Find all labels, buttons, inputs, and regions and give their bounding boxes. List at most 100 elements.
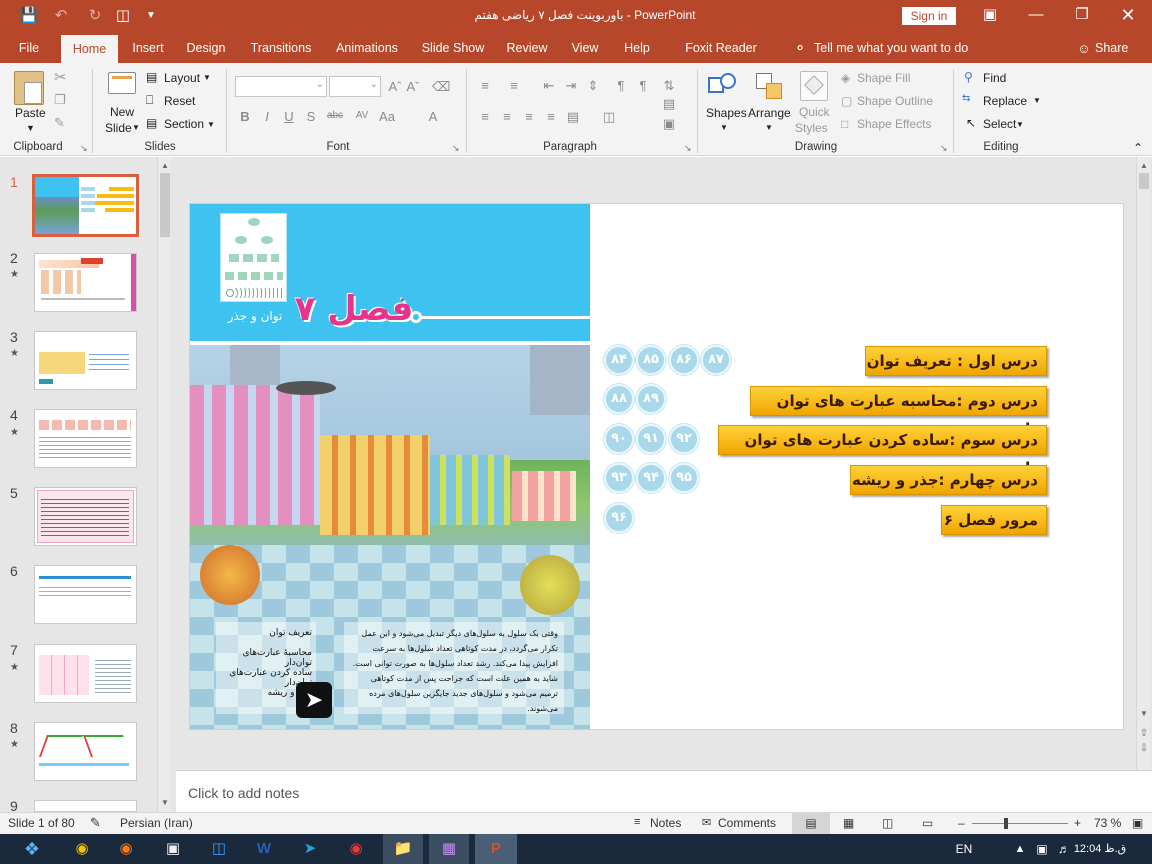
shapes-button[interactable]: Shapes bbox=[706, 106, 747, 120]
select-button[interactable]: Select bbox=[983, 117, 1016, 131]
tab-transitions[interactable]: Transitions bbox=[247, 32, 315, 63]
quick-styles-label-2[interactable]: Styles bbox=[795, 121, 828, 135]
tab-review[interactable]: Review bbox=[503, 32, 551, 63]
start-button-icon[interactable]: ❖ bbox=[12, 837, 52, 861]
ltr-icon[interactable]: ¶ bbox=[634, 78, 652, 93]
paste-button[interactable]: Paste bbox=[15, 106, 46, 120]
tab-view[interactable]: View bbox=[566, 32, 604, 63]
tab-foxit-reader-pdf[interactable]: Foxit Reader PDF bbox=[671, 32, 771, 88]
reset-button[interactable]: Reset bbox=[164, 94, 195, 108]
comments-icon[interactable]: ✉ bbox=[702, 816, 711, 829]
language-indicator[interactable]: Persian (Iran) bbox=[120, 816, 193, 830]
tab-home[interactable]: Home bbox=[61, 35, 118, 63]
sign-in-button[interactable]: Sign in bbox=[902, 7, 956, 25]
section-dropdown-icon[interactable]: ▼ bbox=[207, 120, 215, 129]
page-button[interactable]: ۸۷ bbox=[701, 345, 731, 375]
justify-icon[interactable]: ≡ bbox=[542, 109, 560, 124]
tab-animations[interactable]: Animations bbox=[332, 32, 402, 63]
start-from-beginning-icon[interactable]: ◫ bbox=[112, 6, 134, 26]
collapse-ribbon-icon[interactable]: ⌃ bbox=[1133, 141, 1143, 155]
scroll-up-icon[interactable]: ▲ bbox=[158, 161, 172, 170]
lesson-3-link[interactable]: درس سوم :ساده کردن عبارت های توان دار bbox=[718, 425, 1047, 477]
numbering-icon[interactable]: ≡ bbox=[505, 78, 523, 93]
arrange-icon[interactable] bbox=[754, 71, 784, 103]
powerpoint-taskbar-icon[interactable]: P bbox=[475, 834, 517, 864]
thumbnail-slide-5[interactable] bbox=[34, 487, 137, 546]
font-launcher-icon[interactable]: ↘ bbox=[452, 143, 460, 154]
slide-canvas[interactable]: فصل ۷ توان و جذر تعریف توان محاسبهٔ عبار… bbox=[190, 204, 1123, 729]
select-dropdown-icon[interactable]: ▼ bbox=[1016, 120, 1024, 129]
font-color-icon[interactable]: A bbox=[424, 109, 442, 124]
find-icon[interactable]: ⚲ bbox=[964, 70, 973, 84]
strikethrough-button[interactable]: abc bbox=[323, 110, 347, 121]
font-family-combo[interactable]: ⌄ bbox=[235, 76, 327, 97]
reset-icon[interactable]: ⎕ bbox=[146, 93, 153, 108]
paste-dropdown-icon[interactable]: ▼ bbox=[26, 123, 35, 133]
new-slide-icon[interactable] bbox=[108, 72, 136, 94]
page-button[interactable]: ۸۹ bbox=[636, 384, 666, 414]
app-red-icon[interactable]: ◉ bbox=[338, 837, 374, 861]
next-arrow-icon[interactable]: ➤ bbox=[296, 682, 332, 718]
new-slide-label-1[interactable]: New bbox=[110, 105, 134, 119]
underline-button[interactable]: U bbox=[280, 109, 298, 124]
shapes-icon[interactable] bbox=[706, 71, 740, 103]
zoom-out-icon[interactable]: – bbox=[958, 816, 965, 830]
zoom-slider-thumb[interactable] bbox=[1004, 818, 1008, 829]
previous-slide-icon[interactable]: ⇧ bbox=[1137, 728, 1151, 739]
arrange-dropdown-icon[interactable]: ▼ bbox=[765, 123, 773, 132]
line-spacing-icon[interactable]: ⇕ bbox=[584, 78, 602, 94]
tab-design[interactable]: Design bbox=[182, 32, 230, 63]
scroll-thumb[interactable] bbox=[1139, 173, 1149, 189]
select-icon[interactable]: ↖ bbox=[966, 116, 976, 130]
replace-icon[interactable]: ⇆ bbox=[962, 93, 970, 104]
thumbnail-slide-4[interactable] bbox=[34, 409, 137, 468]
notes-icon[interactable]: ≡ bbox=[634, 816, 640, 828]
telegram-icon[interactable]: ➤ bbox=[292, 837, 328, 861]
clock[interactable]: 12:04 ق.ظ bbox=[1070, 837, 1130, 861]
quick-styles-label-1[interactable]: Quick bbox=[799, 105, 830, 119]
thumbnail-slide-9[interactable] bbox=[34, 800, 137, 812]
next-slide-icon[interactable]: ⇩ bbox=[1137, 743, 1151, 754]
align-text-icon[interactable]: ▤ bbox=[660, 96, 678, 112]
shape-fill-button[interactable]: Shape Fill bbox=[857, 71, 910, 85]
thumbnail-slide-3[interactable] bbox=[34, 331, 137, 390]
align-left-icon[interactable]: ≡ bbox=[476, 109, 494, 124]
scroll-down-icon[interactable]: ▼ bbox=[158, 798, 172, 807]
convert-smartart-icon[interactable]: ▣ bbox=[660, 116, 678, 132]
firefox-icon[interactable]: ◉ bbox=[108, 837, 144, 861]
page-button[interactable]: ۹۲ bbox=[669, 424, 699, 454]
copy-icon[interactable]: ❐ bbox=[54, 92, 66, 108]
change-case-icon[interactable]: Aa bbox=[378, 109, 396, 124]
word-icon[interactable]: W bbox=[246, 837, 282, 861]
slide-sorter-icon[interactable]: ▦ bbox=[843, 816, 854, 830]
arrange-button[interactable]: Arrange bbox=[748, 106, 791, 120]
format-painter-icon[interactable]: ✎ bbox=[54, 115, 65, 131]
paragraph-launcher-icon[interactable]: ↘ bbox=[684, 143, 692, 154]
notes-pane[interactable]: Click to add notes bbox=[176, 770, 1152, 812]
ribbon-display-options-icon[interactable]: ▣ bbox=[967, 0, 1013, 32]
paste-icon[interactable] bbox=[14, 71, 44, 105]
tab-help[interactable]: Help bbox=[619, 32, 655, 63]
lesson-2-link[interactable]: درس دوم :محاسبه عبارت های توان دار bbox=[750, 386, 1047, 438]
lesson-1-link[interactable]: درس اول : تعریف توان bbox=[865, 346, 1047, 376]
page-button[interactable]: ۹۴ bbox=[636, 463, 666, 493]
increase-font-size-icon[interactable]: Aˆ bbox=[386, 79, 404, 94]
tab-slide-show[interactable]: Slide Show bbox=[419, 32, 487, 63]
file-explorer-icon[interactable]: 📁 bbox=[383, 834, 423, 864]
italic-button[interactable]: I bbox=[258, 109, 276, 124]
page-button[interactable]: ۹۳ bbox=[604, 463, 634, 493]
layout-icon[interactable]: ▤ bbox=[146, 70, 157, 84]
page-button[interactable]: ۸۴ bbox=[604, 345, 634, 375]
lesson-4-link[interactable]: درس چهارم :جذر و ریشه bbox=[850, 465, 1047, 495]
new-slide-label-2[interactable]: Slide bbox=[105, 121, 132, 135]
undo-icon[interactable]: ↶ bbox=[50, 6, 72, 26]
decrease-indent-icon[interactable]: ⇤ bbox=[540, 78, 558, 94]
distributed-icon[interactable]: ▤ bbox=[564, 109, 582, 125]
shape-effects-button[interactable]: Shape Effects bbox=[857, 117, 932, 131]
thumbnail-slide-7[interactable] bbox=[34, 644, 137, 703]
review-link[interactable]: مرور فصل ۶ bbox=[941, 505, 1047, 535]
share-button[interactable]: Share bbox=[1095, 32, 1131, 63]
clipboard-launcher-icon[interactable]: ↘ bbox=[80, 143, 88, 154]
explorer-app-icon[interactable]: ◫ bbox=[201, 837, 237, 861]
spelling-icon[interactable]: ✎ bbox=[90, 815, 101, 831]
